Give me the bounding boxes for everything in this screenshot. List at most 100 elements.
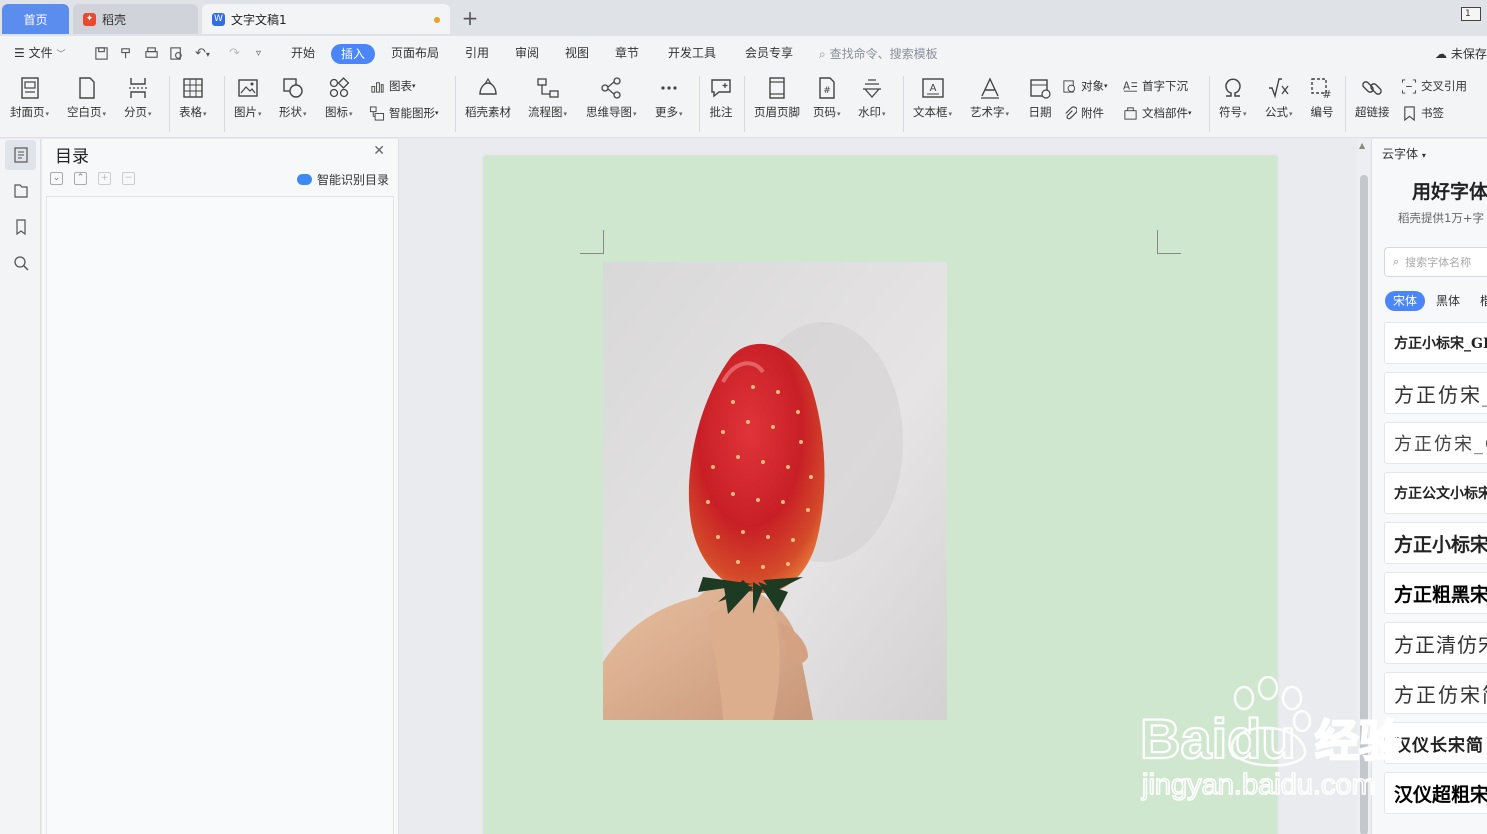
symbol-button[interactable]: 符号▾ [1219, 76, 1247, 120]
numbering-button[interactable]: # 编号 [1310, 76, 1334, 120]
mindmap-button[interactable]: 思维导图▾ [586, 76, 637, 120]
menu-start[interactable]: 开始 [291, 44, 315, 61]
file-menu[interactable]: ☰ 文件 ﹀ [14, 44, 65, 61]
blank-page-label: 空白页 [67, 105, 102, 119]
cloud-save-status[interactable]: ☁ 未保存 [1435, 45, 1487, 62]
print-preview-icon[interactable] [169, 46, 184, 65]
object-button[interactable]: 对象 ▾ [1062, 78, 1108, 94]
cloud-font-panel: 云字体 ▾ 用好字体 稻壳提供1万+字 ⌕ 搜索字体名称 宋体 黑体 楷 方正小… [1371, 139, 1487, 834]
font-category-kaiti[interactable]: 楷 [1480, 291, 1487, 311]
font-item[interactable]: 方正仿宋_G [1384, 422, 1487, 464]
watermark-button[interactable]: 水印▾ [858, 76, 886, 120]
font-item[interactable]: 方正小标宋_GB [1384, 322, 1487, 364]
undo-icon[interactable]: ↶▾ [195, 46, 210, 61]
promote-icon[interactable]: + [98, 172, 111, 185]
document-page[interactable] [484, 156, 1277, 834]
expand-all-icon[interactable]: ⌃ [74, 172, 87, 185]
svg-text:A: A [929, 83, 936, 94]
attachment-button[interactable]: 附件 [1062, 105, 1104, 121]
omega-icon [1225, 78, 1241, 97]
smart-toc-button[interactable]: 智能识别目录 [296, 171, 389, 188]
save-icon[interactable] [94, 46, 109, 65]
textbox-button[interactable]: A 文本框▾ [913, 76, 952, 120]
vertical-scrollbar[interactable]: ▲ [1357, 139, 1371, 834]
font-item[interactable]: 方正公文小标宋 [1384, 472, 1487, 514]
wordart-button[interactable]: 艺术字▾ [970, 76, 1009, 120]
smartart-button[interactable]: 智能图形 ▾ [369, 105, 439, 121]
chart-button[interactable]: 图表 ▾ [370, 78, 416, 94]
cloud-font-dropdown[interactable]: 云字体 ▾ [1382, 145, 1426, 162]
smartart-icon [369, 105, 385, 121]
date-button[interactable]: 日期 [1028, 76, 1052, 120]
margin-corner-mark [580, 230, 604, 254]
toc-panel-button[interactable] [5, 140, 36, 170]
cover-page-label: 封面页 [10, 105, 45, 119]
header-footer-button[interactable]: 页眉页脚 [754, 76, 800, 120]
tab-document[interactable]: W 文字文稿1 [202, 4, 450, 34]
print-icon[interactable] [144, 46, 159, 65]
cover-page-button[interactable]: 封面页▾ [10, 76, 49, 120]
comment-button[interactable]: 批注 [709, 76, 733, 120]
quick-access-more-icon[interactable]: ▿ [256, 48, 261, 59]
formula-icon [1268, 78, 1289, 99]
table-button[interactable]: 表格▾ [179, 76, 207, 120]
menu-chapter[interactable]: 章节 [615, 44, 639, 61]
add-tab-button[interactable]: + [459, 6, 481, 30]
shape-button[interactable]: 形状▾ [279, 76, 307, 120]
strawberry-photo[interactable] [603, 262, 947, 720]
format-painter-icon[interactable] [119, 46, 134, 65]
command-search[interactable]: ⌕ 查找命令、搜索模板 [819, 45, 938, 62]
font-search-input[interactable]: ⌕ 搜索字体名称 [1384, 247, 1487, 277]
document-canvas[interactable] [400, 139, 1357, 834]
ribbon-separator [744, 76, 745, 132]
font-item[interactable]: 方正仿宋_ [1384, 372, 1487, 414]
icon-library-button[interactable]: 图标▾ [325, 76, 353, 120]
tab-home[interactable]: 首页 [2, 4, 69, 34]
crossref-button[interactable]: 交叉引用 [1401, 78, 1467, 94]
dropcap-button[interactable]: A 首字下沉 [1123, 78, 1188, 94]
header-footer-label: 页眉页脚 [754, 105, 800, 119]
menu-page-layout[interactable]: 页面布局 [391, 44, 439, 61]
font-item[interactable]: 方正小标宋 [1384, 522, 1487, 564]
page-number-button[interactable]: # 页码▾ [813, 76, 841, 120]
file-menu-label: 文件 [28, 46, 53, 60]
font-item[interactable]: 汉仪超粗宋 [1384, 772, 1487, 814]
menu-references[interactable]: 引用 [465, 44, 489, 61]
hyperlink-button[interactable]: 超链接 [1355, 76, 1390, 120]
menu-view[interactable]: 视图 [565, 44, 589, 61]
find-button[interactable] [5, 248, 36, 278]
font-item[interactable]: 汉仪长宋简 [1384, 722, 1487, 764]
bookmark-button[interactable]: 书签 [1402, 105, 1444, 121]
tab-docer[interactable]: ✦ 稻壳 [73, 4, 198, 34]
window-layout-icon[interactable]: 1 [1461, 7, 1481, 21]
docpart-button[interactable]: 文档部件 ▾ [1123, 105, 1192, 121]
scroll-up-icon[interactable]: ▲ [1359, 141, 1365, 150]
calendar-icon [1030, 79, 1051, 99]
bookmark-panel-button[interactable] [5, 212, 36, 242]
demote-icon[interactable]: − [122, 172, 135, 185]
redo-icon[interactable]: ↷ [229, 46, 240, 61]
font-category-heiti[interactable]: 黑体 [1436, 291, 1460, 311]
page-break-button[interactable]: 分页▾ [124, 76, 152, 120]
menu-developer[interactable]: 开发工具 [668, 44, 716, 61]
menu-member[interactable]: 会员专享 [745, 44, 793, 61]
formula-button[interactable]: 公式▾ [1265, 76, 1293, 120]
scrollbar-thumb[interactable] [1360, 175, 1368, 834]
blank-page-button[interactable]: 空白页▾ [67, 76, 106, 120]
collapse-all-icon[interactable]: ⌄ [50, 172, 63, 185]
menu-insert[interactable]: 插入 [331, 44, 375, 64]
numbering-label: 编号 [1310, 105, 1334, 119]
more-button[interactable]: 更多▾ [655, 76, 683, 120]
ribbon-separator [455, 76, 456, 132]
flowchart-button[interactable]: 流程图▾ [528, 76, 567, 120]
picture-button[interactable]: 图片▾ [234, 76, 262, 120]
font-item[interactable]: 方正仿宋简 [1384, 672, 1487, 714]
smart-toc-icon [296, 174, 312, 185]
close-icon[interactable]: ✕ [373, 143, 385, 159]
font-item[interactable]: 方正粗黑宋 [1384, 572, 1487, 614]
font-item[interactable]: 方正清仿宋 [1384, 622, 1487, 664]
chapter-nav-button[interactable] [5, 176, 36, 206]
font-category-songti[interactable]: 宋体 [1385, 291, 1425, 311]
docer-material-button[interactable]: 稻壳素材 [465, 76, 511, 120]
menu-review[interactable]: 审阅 [515, 44, 539, 61]
